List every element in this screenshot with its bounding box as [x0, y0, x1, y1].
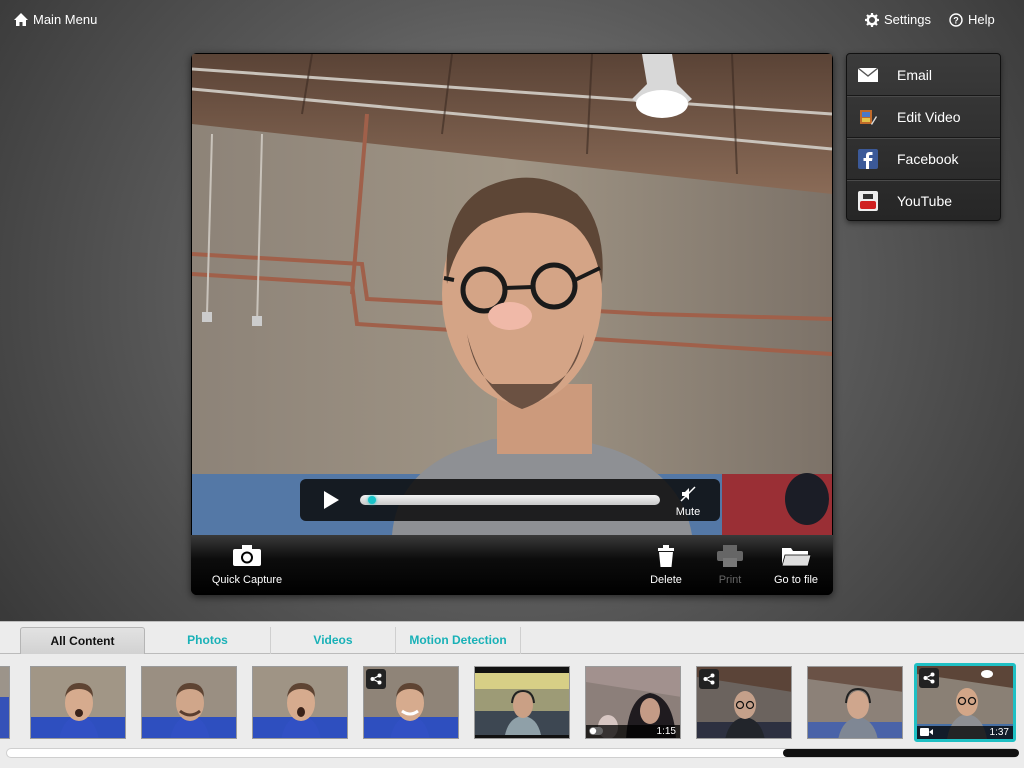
content-browser: All Content Photos Videos Motion Detecti… [0, 621, 1024, 768]
progress-knob[interactable] [367, 496, 376, 504]
thumbnail-4[interactable] [363, 666, 459, 739]
quick-capture-button[interactable]: Quick Capture [210, 545, 284, 586]
mute-label: Mute [675, 506, 701, 518]
share-badge-icon [919, 668, 939, 688]
share-youtube[interactable]: YouTube [847, 180, 1000, 222]
content-tabs: All Content Photos Videos Motion Detecti… [0, 622, 1024, 654]
home-icon [14, 13, 28, 26]
print-label: Print [718, 574, 742, 586]
print-button[interactable]: Print [712, 545, 748, 586]
video-player: Mute Quick Capture Delete Print Go to fi… [191, 53, 833, 595]
scrollbar-thumb[interactable] [783, 749, 1019, 757]
go-to-file-button[interactable]: Go to file [771, 545, 821, 586]
share-menu: Email Edit Video Facebook YouTube [846, 53, 1001, 221]
delete-label: Delete [650, 574, 682, 586]
top-bar: Main Menu Settings ? Help [0, 0, 1024, 40]
thumbnail-6[interactable]: 1:15 [585, 666, 681, 739]
thumbnail-5[interactable] [474, 666, 570, 739]
help-button[interactable]: ? Help [949, 12, 995, 27]
tab-motion-detection[interactable]: Motion Detection [396, 627, 521, 654]
main-menu-label: Main Menu [33, 12, 98, 27]
thumbnail-8[interactable] [807, 666, 903, 739]
progress-slider[interactable] [360, 495, 660, 505]
trash-icon [658, 545, 674, 567]
thumbnail-2[interactable] [141, 666, 237, 739]
settings-label: Settings [884, 12, 931, 27]
play-button[interactable] [322, 490, 340, 515]
youtube-icon [857, 190, 879, 212]
video-frame[interactable]: Mute [192, 54, 832, 535]
video-image [192, 54, 832, 535]
play-icon [324, 491, 339, 509]
gear-icon [865, 12, 879, 27]
help-label: Help [968, 12, 995, 27]
share-badge-icon [699, 669, 719, 689]
settings-button[interactable]: Settings [865, 12, 931, 27]
duration-overlay: 1:15 [586, 725, 680, 738]
share-badge-icon [366, 669, 386, 689]
thumbnail-9-selected[interactable]: 1:37 [914, 663, 1016, 742]
tab-all-content[interactable]: All Content [20, 627, 145, 654]
share-facebook-label: Facebook [897, 150, 959, 167]
mute-icon [680, 486, 696, 502]
main-menu-button[interactable]: Main Menu [14, 12, 97, 27]
tab-photos[interactable]: Photos [145, 627, 271, 654]
duration-label: 1:37 [989, 727, 1009, 738]
help-icon: ? [949, 12, 963, 27]
go-to-file-label: Go to file [773, 574, 819, 586]
envelope-icon [857, 64, 879, 86]
video-toggle-icon [589, 727, 603, 735]
thumbnail-strip: 1:15 1:37 [0, 662, 1024, 742]
thumbnail-3[interactable] [252, 666, 348, 739]
tab-videos[interactable]: Videos [271, 627, 396, 654]
printer-icon [717, 545, 743, 567]
duration-label: 1:15 [656, 726, 676, 737]
thumbnail-partial[interactable] [0, 666, 10, 739]
thumbnail-1[interactable] [30, 666, 126, 739]
quick-capture-label: Quick Capture [211, 574, 283, 586]
folder-icon [781, 548, 812, 567]
share-facebook[interactable]: Facebook [847, 138, 1000, 180]
thumbnail-7[interactable] [696, 666, 792, 739]
facebook-icon [857, 148, 879, 170]
share-edit-video-label: Edit Video [897, 108, 961, 125]
svg-text:?: ? [953, 15, 959, 25]
share-edit-video[interactable]: Edit Video [847, 96, 1000, 138]
delete-button[interactable]: Delete [646, 545, 686, 586]
playback-bar: Mute [300, 479, 720, 521]
share-email[interactable]: Email [847, 54, 1000, 96]
thumbnail-scrollbar[interactable] [6, 748, 1019, 758]
share-youtube-label: YouTube [897, 193, 953, 209]
media-toolbar: Quick Capture Delete Print Go to file [191, 535, 833, 595]
mute-button[interactable]: Mute [672, 486, 704, 518]
duration-overlay: 1:37 [917, 726, 1013, 739]
camera-icon [233, 545, 261, 566]
video-camera-icon [920, 728, 933, 736]
film-edit-icon [857, 106, 879, 128]
share-email-label: Email [897, 66, 933, 83]
